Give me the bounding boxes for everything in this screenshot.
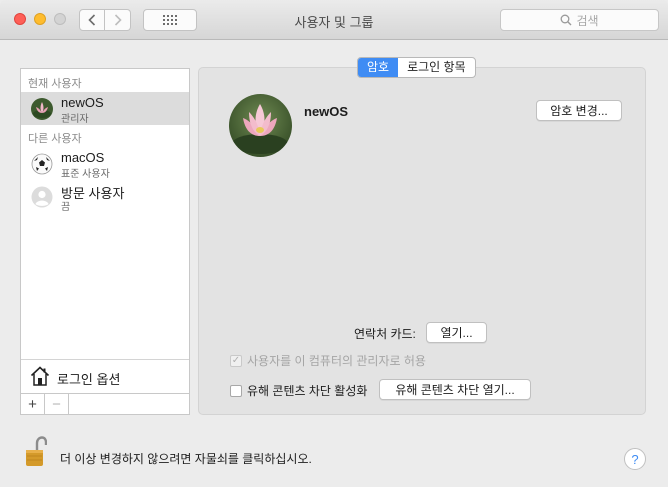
lotus-avatar[interactable] [229, 94, 292, 157]
login-options-item[interactable]: 로그인 옵션 [21, 360, 189, 394]
users-sidebar: 현재 사용자 newOS 관리자 다른 사용자 macOS 표준 사용자 방문 … [20, 68, 190, 394]
sidebar-user-role: 표준 사용자 [61, 169, 110, 180]
parental-controls-label: 유해 콘텐츠 차단 활성화 [247, 384, 368, 398]
system-preferences-window: 사용자 및 그룹 검색 현재 사용자 newOS 관리자 다른 사용자 macO… [0, 0, 668, 487]
sidebar-user-newos[interactable]: newOS 관리자 [21, 92, 189, 125]
lotus-avatar [31, 98, 53, 120]
parental-controls-row: 유해 콘텐츠 차단 활성화 [230, 382, 367, 399]
lock-message: 더 이상 변경하지 않으려면 자물쇠를 클릭하십시오. [60, 452, 312, 466]
sidebar-user-role: 관리자 [61, 114, 89, 125]
open-parental-controls-button[interactable]: 유해 콘텐츠 차단 열기... [379, 379, 531, 400]
parental-controls-checkbox[interactable] [230, 384, 242, 397]
remove-user-button[interactable]: − [45, 394, 69, 414]
tab-bar: 암호 로그인 항목 [357, 57, 476, 78]
sidebar-user-name: newOS [61, 95, 104, 110]
change-password-button[interactable]: 암호 변경... [536, 100, 622, 121]
search-field[interactable]: 검색 [500, 9, 659, 31]
search-placeholder: 검색 [576, 13, 599, 28]
allow-admin-row: ✓ 사용자를 이 컴퓨터의 관리자로 허용 [230, 352, 426, 369]
login-options-label: 로그인 옵션 [57, 372, 121, 387]
sidebar-user-guest[interactable]: 방문 사용자 끔 [21, 180, 189, 213]
open-contact-card-button[interactable]: 열기... [426, 322, 487, 343]
soccer-ball-avatar [31, 153, 53, 175]
sidebar-user-name: macOS [61, 150, 105, 165]
current-users-heading: 현재 사용자 [28, 78, 82, 90]
help-button[interactable]: ? [624, 448, 646, 470]
sidebar-user-macos[interactable]: macOS 표준 사용자 [21, 147, 189, 180]
guest-avatar-icon [31, 186, 53, 208]
sidebar-user-role: 끔 [61, 202, 71, 213]
allow-admin-label: 사용자를 이 컴퓨터의 관리자로 허용 [247, 354, 426, 368]
add-user-button[interactable]: + [21, 394, 45, 414]
search-icon [561, 14, 572, 26]
allow-admin-checkbox[interactable]: ✓ [230, 354, 242, 367]
main-user-name: newOS [304, 104, 349, 119]
contact-card-label: 연락처 카드: [354, 327, 416, 341]
sidebar-user-name: 방문 사용자 [61, 186, 125, 201]
other-users-heading: 다른 사용자 [28, 133, 82, 145]
tab-login-items[interactable]: 로그인 항목 [398, 58, 475, 77]
home-icon [30, 366, 50, 386]
tab-password[interactable]: 암호 [358, 58, 399, 77]
add-remove-bar: + − [20, 394, 190, 415]
unlocked-padlock-icon[interactable] [25, 436, 47, 468]
title-bar: 사용자 및 그룹 검색 [0, 0, 668, 40]
